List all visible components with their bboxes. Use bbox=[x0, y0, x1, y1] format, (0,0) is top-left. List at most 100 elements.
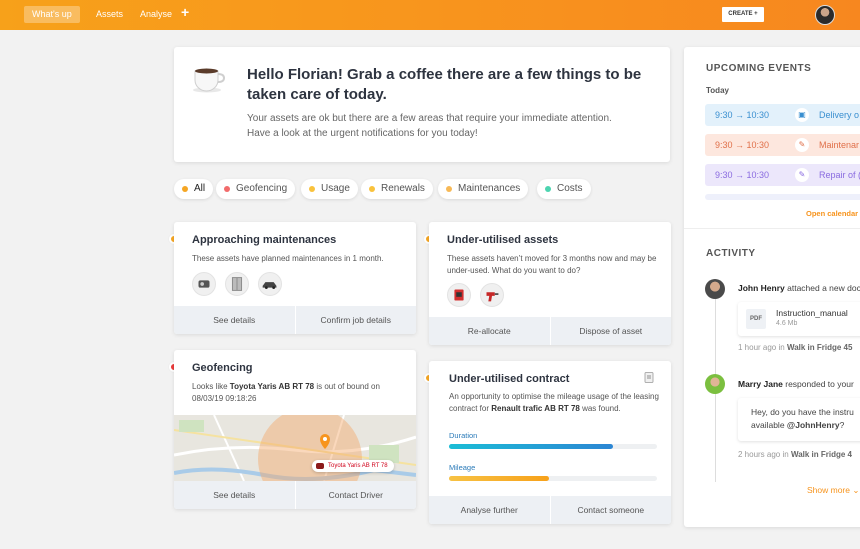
filter-dot-icon bbox=[224, 186, 230, 192]
welcome-card: Hello Florian! Grab a coffee there are a… bbox=[174, 47, 670, 162]
event-item[interactable]: 9:30 → 10:30 ✎ Maintenar bbox=[705, 134, 860, 156]
top-navigation-bar: What's up Assets Analyse + CREATE + bbox=[0, 0, 860, 30]
create-button[interactable]: CREATE + bbox=[722, 7, 764, 22]
generator-asset-icon[interactable] bbox=[447, 283, 471, 307]
card-actions: Re-allocate Dispose of asset bbox=[429, 317, 671, 345]
time-text: 2 hours ago in bbox=[738, 450, 791, 459]
welcome-title: Hello Florian! Grab a coffee there are a… bbox=[247, 66, 642, 103]
re-allocate-button[interactable]: Re-allocate bbox=[429, 317, 550, 345]
maintenance-card: Approaching maintenances These assets ha… bbox=[174, 222, 416, 334]
activity-user: John Henry bbox=[738, 283, 785, 293]
attachment-size: 4.6 Mb bbox=[776, 320, 798, 327]
duration-progress-fill bbox=[449, 444, 614, 449]
attachment-card[interactable]: PDF Instruction_manual 4.6 Mb bbox=[738, 302, 860, 336]
user-avatar[interactable] bbox=[815, 5, 835, 25]
event-scroll-edge bbox=[705, 194, 860, 200]
add-nav-plus-icon[interactable]: + bbox=[181, 4, 189, 21]
event-time: 9:30 → 10:30 bbox=[715, 140, 770, 150]
wrench-icon: ✎ bbox=[795, 168, 809, 182]
filter-maintenances[interactable]: Maintenances bbox=[438, 179, 529, 199]
wrench-icon: ✎ bbox=[795, 138, 809, 152]
open-calendar-link[interactable]: Open calendar bbox=[806, 209, 858, 218]
card-title: Geofencing bbox=[192, 362, 253, 374]
filter-label: Costs bbox=[557, 183, 583, 194]
time-text: 1 hour ago in bbox=[738, 343, 787, 352]
analyse-further-button[interactable]: Analyse further bbox=[429, 496, 550, 524]
nav-analyse[interactable]: Analyse bbox=[140, 6, 172, 23]
nav-whats-up[interactable]: What's up bbox=[24, 6, 80, 23]
event-name: Maintenar bbox=[819, 140, 860, 150]
event-item[interactable]: 9:30 → 10:30 ▣ Delivery o bbox=[705, 104, 860, 126]
activity-time: 2 hours ago in Walk in Fridge 4 bbox=[738, 450, 852, 459]
card-description: Looks like Toyota Yaris AB RT 78 is out … bbox=[192, 381, 417, 405]
vehicle-name: Toyota Yaris AB RT 78 bbox=[229, 382, 315, 391]
card-description: An opportunity to optimise the mileage u… bbox=[449, 391, 664, 415]
event-name: Repair of ( bbox=[819, 170, 860, 180]
filter-renewals[interactable]: Renewals bbox=[361, 179, 433, 199]
mileage-label: Mileage bbox=[449, 463, 476, 472]
mileage-progress-fill bbox=[449, 476, 549, 481]
card-title: Under-utilised contract bbox=[449, 373, 570, 385]
filter-dot-icon bbox=[446, 186, 452, 192]
filter-label: Renewals bbox=[381, 183, 425, 194]
card-title: Approaching maintenances bbox=[192, 234, 337, 246]
attachment-name: Instruction_manual bbox=[776, 308, 848, 318]
filter-dot-icon bbox=[182, 186, 188, 192]
event-time: 9:30 → 10:30 bbox=[715, 170, 770, 180]
marry-jane-avatar[interactable] bbox=[705, 374, 725, 394]
dispose-of-asset-button[interactable]: Dispose of asset bbox=[549, 317, 672, 345]
filter-label: Geofencing bbox=[236, 183, 288, 194]
upcoming-events-title: UPCOMING EVENTS bbox=[706, 63, 812, 74]
section-divider bbox=[684, 228, 860, 229]
filter-geofencing[interactable]: Geofencing bbox=[216, 179, 296, 199]
see-details-button[interactable]: See details bbox=[174, 306, 295, 334]
filter-label: All bbox=[194, 183, 206, 194]
vehicle-name: Renault trafic AB RT 78 bbox=[491, 404, 580, 413]
underutilised-contract-card: Under-utilised contract An opportunity t… bbox=[429, 361, 671, 524]
card-description: These assets have planned maintenances i… bbox=[192, 254, 384, 263]
filter-label: Maintenances bbox=[458, 183, 521, 194]
see-details-button[interactable]: See details bbox=[174, 481, 295, 509]
car-icon bbox=[316, 463, 324, 469]
boiler-asset-icon[interactable] bbox=[192, 272, 216, 296]
duration-progress-bar bbox=[449, 444, 657, 449]
card-title: Under-utilised assets bbox=[447, 234, 559, 246]
filter-costs[interactable]: Costs bbox=[537, 179, 591, 199]
event-item[interactable]: 9:30 → 10:30 ✎ Repair of ( bbox=[705, 164, 860, 186]
message-text: Hey, do you have the instru available @J… bbox=[751, 406, 860, 432]
fridge-asset-icon[interactable] bbox=[225, 272, 249, 296]
user-mention[interactable]: @JohnHenry bbox=[787, 420, 840, 430]
card-actions: See details Contact Driver bbox=[174, 481, 416, 509]
car-asset-icon[interactable] bbox=[258, 272, 282, 296]
show-more-label: Show more bbox=[807, 485, 850, 495]
john-henry-avatar[interactable] bbox=[705, 279, 725, 299]
welcome-message: Your assets are ok but there are a few a… bbox=[247, 113, 612, 139]
card-actions: Analyse further Contact someone bbox=[429, 496, 671, 524]
activity-location[interactable]: Walk in Fridge 4 bbox=[791, 450, 852, 459]
drill-asset-icon[interactable] bbox=[480, 283, 504, 307]
underutilised-assets-card: Under-utilised assets These assets haven… bbox=[429, 222, 671, 345]
delivery-box-icon: ▣ bbox=[795, 108, 809, 122]
activity-location[interactable]: Walk in Fridge 45 bbox=[787, 343, 853, 352]
nav-assets[interactable]: Assets bbox=[96, 6, 123, 23]
filter-all[interactable]: All bbox=[174, 179, 214, 199]
message-card[interactable]: Hey, do you have the instru available @J… bbox=[738, 398, 860, 441]
event-timestamp: 08/03/19 09:18:26 bbox=[192, 394, 257, 403]
contact-someone-button[interactable]: Contact someone bbox=[549, 496, 672, 524]
duration-label: Duration bbox=[449, 431, 478, 440]
text-fragment: Looks like bbox=[192, 382, 230, 391]
activity-action: attached a new doc bbox=[784, 283, 860, 293]
show-more-link[interactable]: Show more ⌄ bbox=[807, 485, 860, 496]
document-icon[interactable] bbox=[644, 372, 654, 383]
contact-driver-button[interactable]: Contact Driver bbox=[294, 481, 417, 509]
coffee-cup-icon bbox=[193, 68, 226, 93]
card-description: These assets haven’t moved for 3 months … bbox=[447, 254, 657, 275]
today-label: Today bbox=[706, 86, 729, 95]
geofencing-card: Geofencing Looks like Toyota Yaris AB RT… bbox=[174, 350, 416, 509]
filter-dot-icon bbox=[369, 186, 375, 192]
filter-dot-icon bbox=[545, 186, 551, 192]
filter-usage[interactable]: Usage bbox=[301, 179, 358, 199]
event-name: Delivery o bbox=[819, 110, 860, 120]
map-vehicle-tag[interactable]: Toyota Yaris AB RT 78 bbox=[312, 460, 394, 472]
confirm-job-details-button[interactable]: Confirm job details bbox=[294, 306, 417, 334]
